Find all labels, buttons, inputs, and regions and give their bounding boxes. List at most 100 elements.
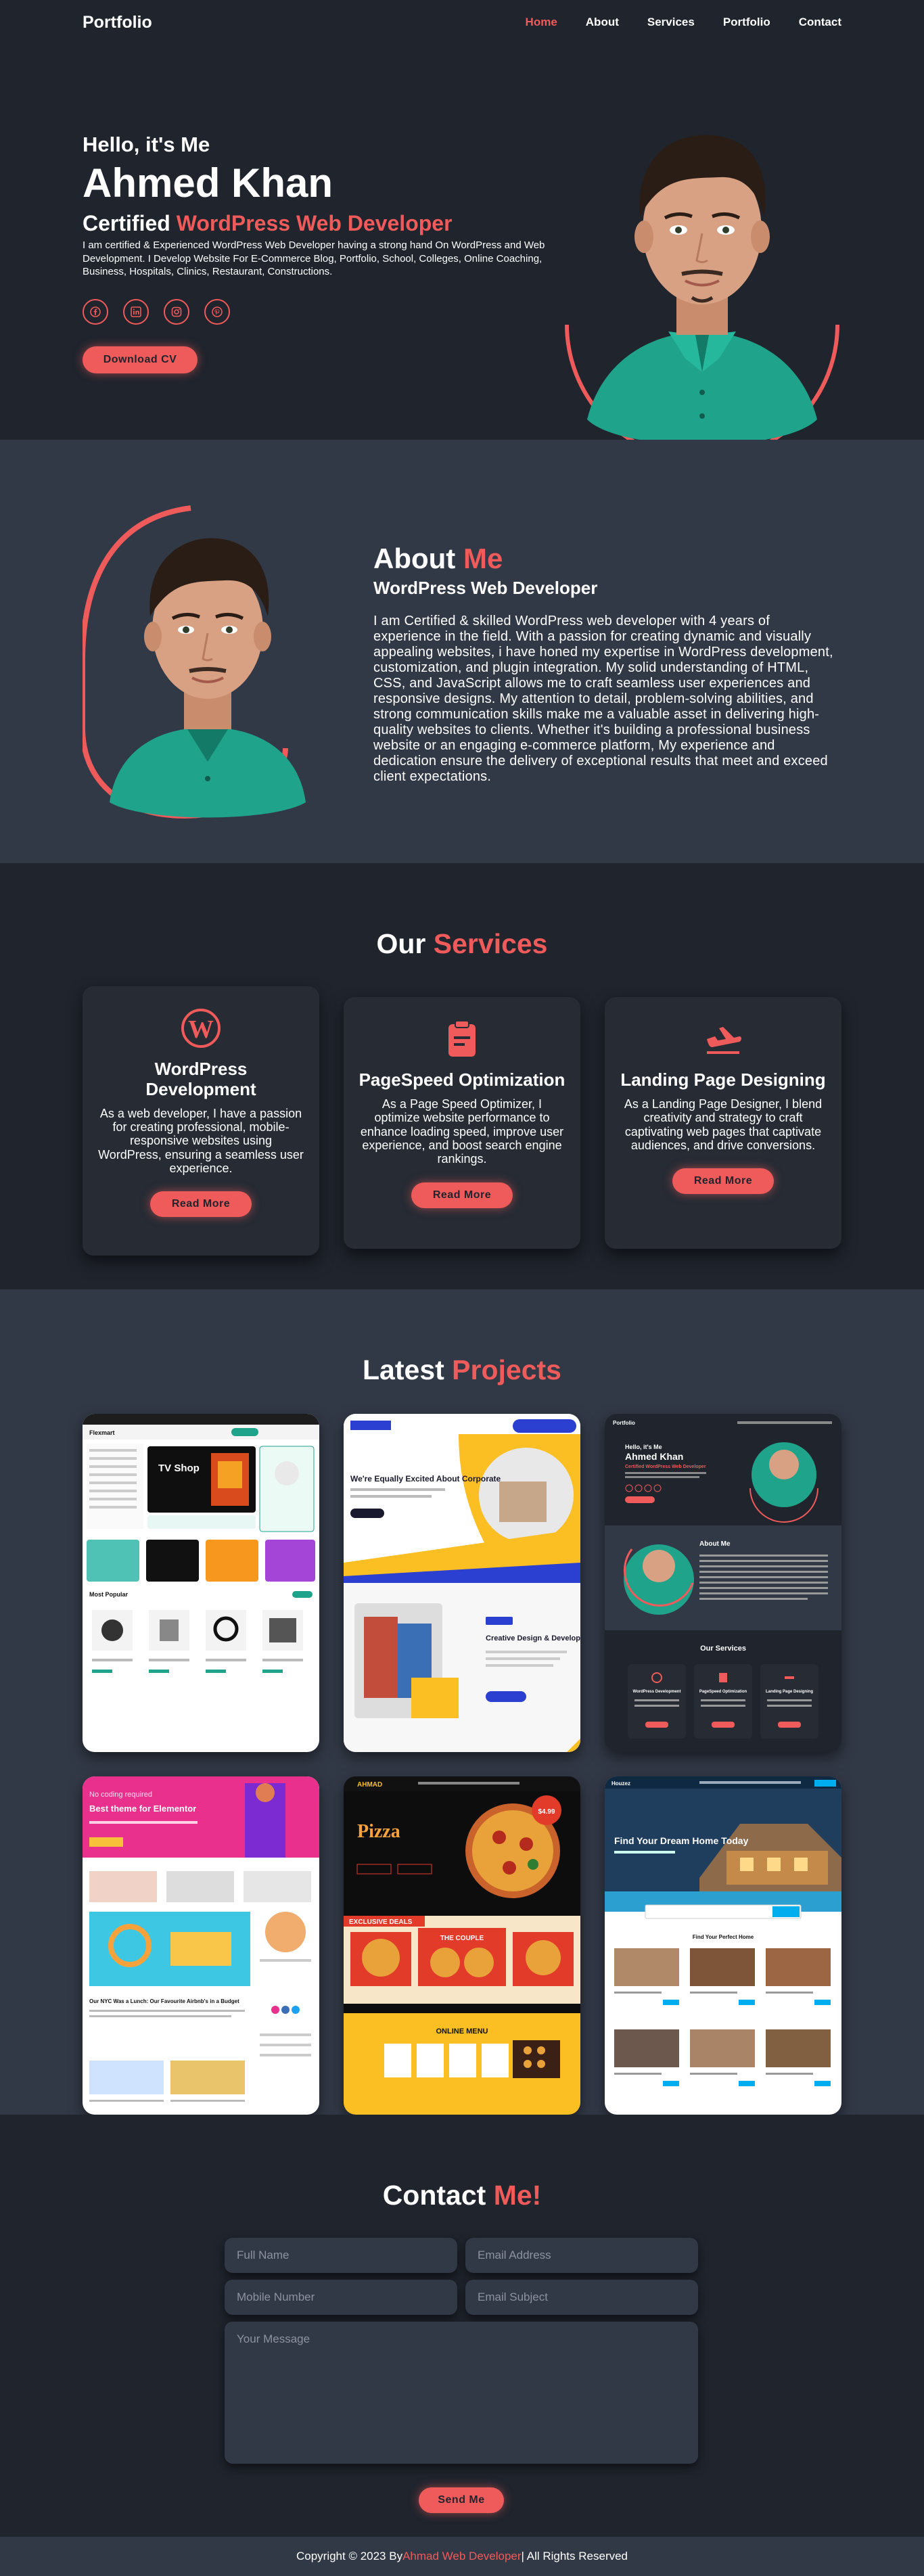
projects-title-accent: Projects <box>452 1354 561 1385</box>
read-more-button[interactable]: Read More <box>672 1168 774 1195</box>
wordpress-icon: W <box>181 1008 221 1049</box>
hero-greeting: Hello, it's Me <box>83 133 210 156</box>
hero-role-accent: WordPress Web Developer <box>176 211 453 235</box>
service-card-landing: Landing Page Designing As a Landing Page… <box>605 997 841 1249</box>
site-footer: Copyright © 2023 By Ahmad Web Developer … <box>0 2537 924 2576</box>
project-hero: Find Your Dream Home Today <box>614 1835 749 1846</box>
mobile-number-field[interactable] <box>225 2280 457 2315</box>
services-title-accent: Services <box>433 928 548 959</box>
project-card-blog[interactable]: No coding required Best theme for Elemen… <box>83 1776 319 2115</box>
about-section: About Me WordPress Web Developer I am Ce… <box>0 440 924 863</box>
project-hero: We're Equally Excited About Corporate <box>350 1474 501 1484</box>
project-post-title: Our NYC Was a Lunch: Our Favourite Airbn… <box>89 1998 239 2004</box>
airplane-icon <box>703 1019 743 1059</box>
project-card-ecommerce[interactable]: Flexmart TV Shop Most Popular <box>83 1414 319 1752</box>
project-hero: Pizza <box>357 1821 400 1842</box>
project-brand: Flexmart <box>89 1429 115 1436</box>
about-text: About Me WordPress Web Developer I am Ce… <box>373 543 840 785</box>
clipboard-icon <box>442 1019 482 1059</box>
services-title-prefix: Our <box>376 928 434 959</box>
send-button[interactable]: Send Me <box>419 2487 504 2513</box>
service-cards: W WordPress Development As a web develop… <box>83 986 841 1256</box>
nav-about[interactable]: About <box>586 16 619 29</box>
email-field[interactable] <box>465 2238 698 2273</box>
hero-role: Certified WordPress Web Developer <box>83 211 556 236</box>
download-cv-button[interactable]: Download CV <box>83 346 198 373</box>
footer-prefix: Copyright © 2023 By <box>296 2550 403 2562</box>
email-subject-field[interactable] <box>465 2280 698 2315</box>
contact-title: Contact Me! <box>0 2115 924 2211</box>
project-card-corporate[interactable]: We're Equally Excited About Corporate Cr… <box>344 1414 580 1752</box>
footer-author: Ahmad Web Developer <box>402 2550 522 2562</box>
project-tag: No coding required <box>89 1791 152 1799</box>
hero-text: Hello, it's Me Ahmed Khan Certified Word… <box>83 133 556 373</box>
project-grid: Flexmart TV Shop Most Popular We're Equa… <box>83 1414 841 2115</box>
service-desc: As a Page Speed Optimizer, I optimize we… <box>360 1097 564 1166</box>
nav-services[interactable]: Services <box>647 16 695 29</box>
about-portrait <box>80 505 367 823</box>
social-links <box>83 298 556 325</box>
nav-portfolio[interactable]: Portfolio <box>723 16 770 29</box>
service-card-wordpress: W WordPress Development As a web develop… <box>83 986 319 1256</box>
project-about: About Me <box>699 1540 731 1548</box>
projects-title: Latest Projects <box>0 1289 924 1386</box>
hero-name: Ahmed Khan <box>83 160 333 206</box>
project-card-realestate[interactable]: Houzez Find Your Dream Home Today Find Y… <box>605 1776 841 2115</box>
hero-portrait <box>560 101 844 467</box>
project-hero: TV Shop <box>158 1463 200 1474</box>
hero-section: Hello, it's Me Ahmed Khan Certified Word… <box>0 45 924 462</box>
project-name: Ahmed Khan <box>625 1451 683 1462</box>
form-row <box>225 2238 698 2273</box>
project-card-label: Landing Page Designing <box>766 1690 813 1694</box>
project-hello: Hello, it's Me <box>625 1444 662 1450</box>
project-section: Most Popular <box>89 1591 128 1598</box>
service-title: PageSpeed Optimization <box>359 1070 565 1090</box>
contact-title-accent: Me! <box>493 2180 542 2211</box>
service-title: Landing Page Designing <box>620 1070 826 1090</box>
linkedin-icon[interactable] <box>123 298 149 325</box>
main-nav: Home About Services Portfolio Contact <box>526 16 841 29</box>
project-menu: ONLINE MENU <box>436 2027 488 2036</box>
hero-role-prefix: Certified <box>83 211 177 235</box>
projects-section: Latest Projects Flexmart TV Shop Most Po… <box>0 1289 924 2115</box>
nav-contact[interactable]: Contact <box>799 16 841 29</box>
project-card-portfolio[interactable]: Portfolio Hello, it's Me Ahmed Khan Cert… <box>605 1414 841 1752</box>
hero-description: I am certified & Experienced WordPress W… <box>83 239 545 277</box>
facebook-icon[interactable] <box>83 298 108 325</box>
about-subtitle: WordPress Web Developer <box>373 578 598 598</box>
project-card-label: WordPress Development <box>633 1690 681 1694</box>
service-desc: As a Landing Page Designer, I blend crea… <box>624 1097 823 1152</box>
full-name-field[interactable] <box>225 2238 457 2273</box>
project-card-label: PageSpeed Optimization <box>699 1690 747 1694</box>
project-promo: EXCLUSIVE DEALS <box>349 1918 413 1926</box>
service-card-pagespeed: PageSpeed Optimization As a Page Speed O… <box>344 997 580 1249</box>
project-services: Our Services <box>700 1644 746 1653</box>
project-logo: Portfolio <box>613 1420 635 1426</box>
project-role: Certified WordPress Web Developer <box>625 1465 706 1469</box>
read-more-button[interactable]: Read More <box>411 1182 513 1208</box>
form-row <box>225 2280 698 2315</box>
site-header: Portfolio Home About Services Portfolio … <box>0 0 924 45</box>
instagram-icon[interactable] <box>164 298 189 325</box>
services-title: Our Services <box>0 863 924 960</box>
projects-title-prefix: Latest <box>363 1354 453 1385</box>
site-logo[interactable]: Portfolio <box>83 13 152 32</box>
read-more-button[interactable]: Read More <box>150 1191 252 1218</box>
about-body: I am Certified & skilled WordPress web d… <box>373 614 833 784</box>
nav-home[interactable]: Home <box>526 16 557 29</box>
project-brand: AHMAD <box>357 1781 382 1789</box>
project-hero: Best theme for Elementor <box>89 1803 196 1814</box>
contact-form: Send Me <box>225 2238 698 2513</box>
contact-title-prefix: Contact <box>382 2180 494 2211</box>
services-section: Our Services W WordPress Development As … <box>0 863 924 1289</box>
pinterest-icon[interactable] <box>204 298 230 325</box>
project-brand: Houzez <box>611 1780 630 1787</box>
svg-text:W: W <box>188 1015 214 1044</box>
about-title-prefix: About <box>373 543 463 574</box>
message-field[interactable] <box>225 2322 698 2464</box>
about-title-accent: Me <box>463 543 503 574</box>
project-section: Find Your Perfect Home <box>693 1934 754 1940</box>
project-section: Creative Design & Development <box>486 1634 580 1642</box>
about-title: About Me <box>373 543 840 575</box>
project-card-pizza[interactable]: AHMAD $4.99 Pizza EXCLUSIVE DEALS THE CO… <box>344 1776 580 2115</box>
